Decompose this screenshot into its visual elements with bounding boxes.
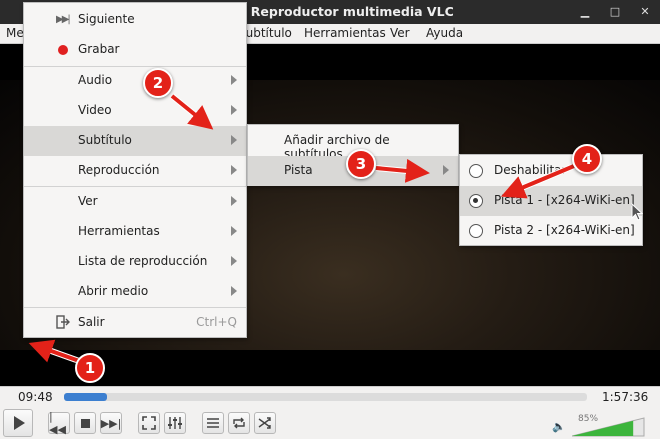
menu-item-grabar[interactable]: Grabar — [24, 35, 246, 65]
extended-settings-button[interactable] — [164, 412, 186, 434]
next-icon: ▶▶| — [100, 416, 122, 430]
menu-label: Salir — [78, 315, 105, 329]
context-menu: ▶▶| Siguiente Grabar Audio Video Subtítu… — [23, 2, 247, 338]
menu-item-herramientas[interactable]: Herramientas — [24, 217, 246, 247]
radio-button — [469, 224, 483, 238]
elapsed-time: 09:48 — [18, 390, 53, 404]
menu-item-subtitulo[interactable]: Subtítulo — [24, 126, 246, 156]
annotation-badge-2: 2 — [143, 68, 173, 98]
loop-button[interactable] — [228, 412, 250, 434]
menu-label: Herramientas — [78, 224, 160, 238]
volume-slider[interactable] — [572, 417, 646, 437]
loop-icon — [233, 417, 245, 429]
menu-label: Subtítulo — [78, 133, 132, 147]
seek-progress — [64, 393, 108, 401]
menu-label: Abrir medio — [78, 284, 149, 298]
menu-label: Siguiente — [78, 12, 135, 26]
play-icon — [14, 416, 25, 430]
track-submenu: Deshabilitar Pista 1 - [x264-WiKi-en] Pi… — [459, 154, 643, 246]
record-icon — [58, 45, 68, 55]
controls-bar: 09:48 1:57:36 |◀◀ ▶▶| 🔈 85% — [0, 386, 660, 439]
extended-settings-icon — [168, 417, 182, 429]
total-time: 1:57:36 — [602, 390, 649, 404]
menu-item-lista[interactable]: Lista de reproducción — [24, 247, 246, 277]
fullscreen-button[interactable] — [138, 412, 160, 434]
track-item-pista-2[interactable]: Pista 2 - [x264-WiKi-en] — [460, 216, 642, 246]
menu-item-reproduccion[interactable]: Reproducción — [24, 156, 246, 186]
shortcut-label: Ctrl+Q — [196, 315, 237, 329]
menu-label: Video — [78, 103, 112, 117]
stop-icon — [80, 418, 90, 428]
menu-label: Pista 1 - [x264-WiKi-en] — [494, 193, 635, 207]
menu-label: Ver — [78, 194, 98, 208]
submenu-arrow-icon — [231, 75, 237, 85]
menu-label: Deshabilitar — [494, 163, 567, 177]
menu-label: Lista de reproducción — [78, 254, 208, 268]
minimize-icon[interactable]: ▁ — [578, 5, 592, 18]
track-item-pista-1[interactable]: Pista 1 - [x264-WiKi-en] — [460, 186, 642, 216]
annotation-badge-1: 1 — [75, 353, 105, 383]
annotation-badge-4: 4 — [572, 144, 602, 174]
menu-ver[interactable]: Ver — [390, 26, 410, 40]
menu-item-audio[interactable]: Audio — [24, 66, 246, 96]
menu-label: Pista — [284, 163, 313, 177]
exit-icon — [56, 315, 70, 329]
previous-button[interactable]: |◀◀ — [48, 410, 70, 436]
stop-button[interactable] — [74, 412, 96, 434]
play-button[interactable] — [3, 409, 33, 437]
submenu-arrow-icon — [231, 165, 237, 175]
menu-item-abrir[interactable]: Abrir medio — [24, 277, 246, 307]
close-icon[interactable]: ✕ — [638, 5, 652, 18]
submenu-arrow-icon — [231, 226, 237, 236]
shuffle-icon — [258, 417, 271, 429]
menu-label: Reproducción — [78, 163, 160, 177]
annotation-badge-3: 3 — [346, 149, 376, 179]
menu-medio[interactable]: Me — [6, 26, 24, 40]
seek-slider[interactable] — [64, 393, 587, 401]
submenu-arrow-icon — [231, 105, 237, 115]
playlist-button[interactable] — [202, 412, 224, 434]
radio-button-checked — [469, 194, 483, 208]
submenu-arrow-icon — [231, 286, 237, 296]
menu-item-siguiente[interactable]: ▶▶| Siguiente — [24, 5, 246, 35]
track-item-deshabilitar[interactable]: Deshabilitar — [460, 156, 642, 186]
menu-ayuda[interactable]: Ayuda — [426, 26, 463, 40]
maximize-icon[interactable]: □ — [608, 5, 622, 18]
next-button[interactable]: ▶▶| — [100, 412, 122, 434]
menu-label: Grabar — [78, 42, 120, 56]
window-controls: ▁ □ ✕ — [578, 5, 652, 18]
submenu-arrow-icon — [443, 165, 449, 175]
mouse-cursor-icon — [631, 203, 643, 221]
submenu-arrow-icon — [231, 196, 237, 206]
menu-label: Audio — [78, 73, 113, 87]
speaker-icon[interactable]: 🔈 — [552, 420, 566, 433]
radio-button — [469, 164, 483, 178]
previous-icon: |◀◀ — [49, 410, 66, 436]
menu-herramientas[interactable]: Herramientas — [304, 26, 386, 40]
menu-item-video[interactable]: Video — [24, 96, 246, 126]
menu-item-ver[interactable]: Ver — [24, 187, 246, 217]
menu-label: Pista 2 - [x264-WiKi-en] — [494, 223, 635, 237]
submenu-arrow-icon — [231, 256, 237, 266]
menu-item-salir[interactable]: Salir Ctrl+Q — [24, 308, 246, 338]
fullscreen-icon — [142, 416, 156, 430]
submenu-arrow-icon — [231, 135, 237, 145]
next-icon: ▶▶| — [56, 14, 71, 25]
playlist-icon — [207, 418, 219, 428]
shuffle-button[interactable] — [254, 412, 276, 434]
